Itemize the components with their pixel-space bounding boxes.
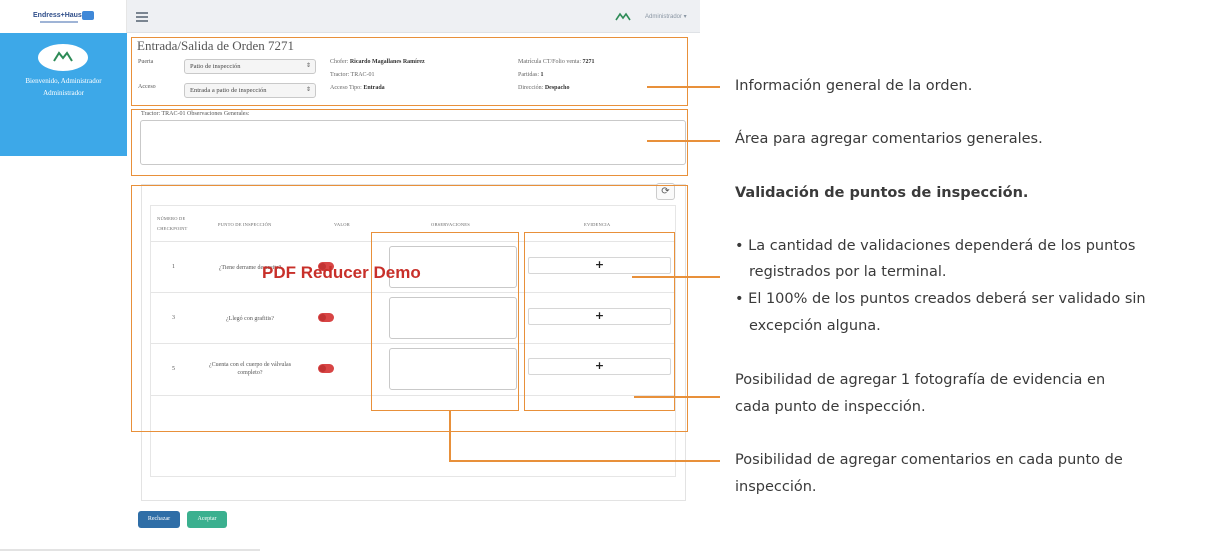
annotation-bullet-2-cont: excepción alguna. bbox=[749, 318, 881, 334]
annotation-photo-line-2: cada punto de inspección. bbox=[735, 399, 926, 415]
general-comments-highlight bbox=[131, 109, 688, 176]
comments-connector-vertical bbox=[449, 410, 451, 461]
brand-tagline-bar bbox=[40, 21, 78, 23]
logo-area: Endress+Hauser bbox=[0, 0, 127, 33]
annotation-general-info: Información general de la orden. bbox=[735, 78, 973, 94]
annotation-photo-line-1: Posibilidad de agregar 1 fotografía de e… bbox=[735, 372, 1106, 388]
admin-user-menu[interactable]: Administrador ▾ bbox=[645, 13, 687, 20]
comments-connector bbox=[449, 460, 720, 462]
welcome-line-1: Bienvenido, Administrador bbox=[25, 77, 102, 85]
photo-evidence-connector bbox=[634, 396, 720, 398]
sidebar: Bienvenido, Administrador Administrador bbox=[0, 33, 127, 156]
bottom-divider bbox=[0, 549, 260, 551]
reject-button[interactable]: Rechazar bbox=[138, 511, 180, 528]
brand-mini-logo-icon bbox=[615, 12, 631, 21]
general-info-connector bbox=[647, 86, 720, 88]
hamburger-menu-icon[interactable] bbox=[136, 12, 148, 22]
annotation-comments-line-2: inspección. bbox=[735, 479, 817, 495]
annotation-validation-title: Validación de puntos de inspección. bbox=[735, 185, 1029, 201]
validation-connector bbox=[632, 276, 720, 278]
welcome-text: Bienvenido, Administrador Administrador bbox=[0, 75, 127, 99]
general-info-highlight bbox=[131, 37, 688, 106]
evidence-column-highlight bbox=[524, 232, 675, 411]
general-comments-connector bbox=[647, 140, 720, 142]
company-logo-icon bbox=[53, 51, 73, 62]
accept-button[interactable]: Aceptar bbox=[187, 511, 227, 528]
observations-column-highlight bbox=[371, 232, 519, 411]
annotation-general-comments: Área para agregar comentarios generales. bbox=[735, 131, 1043, 147]
brand-logo: Endress+Hauser bbox=[33, 12, 89, 19]
annotation-bullet-1-cont: registrados por la terminal. bbox=[749, 264, 947, 280]
annotation-comments-line-1: Posibilidad de agregar comentarios en ca… bbox=[735, 452, 1123, 468]
brand-badge-icon bbox=[82, 11, 94, 20]
annotation-bullet-2: • El 100% de los puntos creados deberá s… bbox=[735, 291, 1146, 307]
annotation-bullet-1: • La cantidad de validaciones dependerá … bbox=[735, 238, 1136, 254]
welcome-line-2: Administrador bbox=[43, 89, 84, 97]
avatar bbox=[38, 44, 88, 71]
